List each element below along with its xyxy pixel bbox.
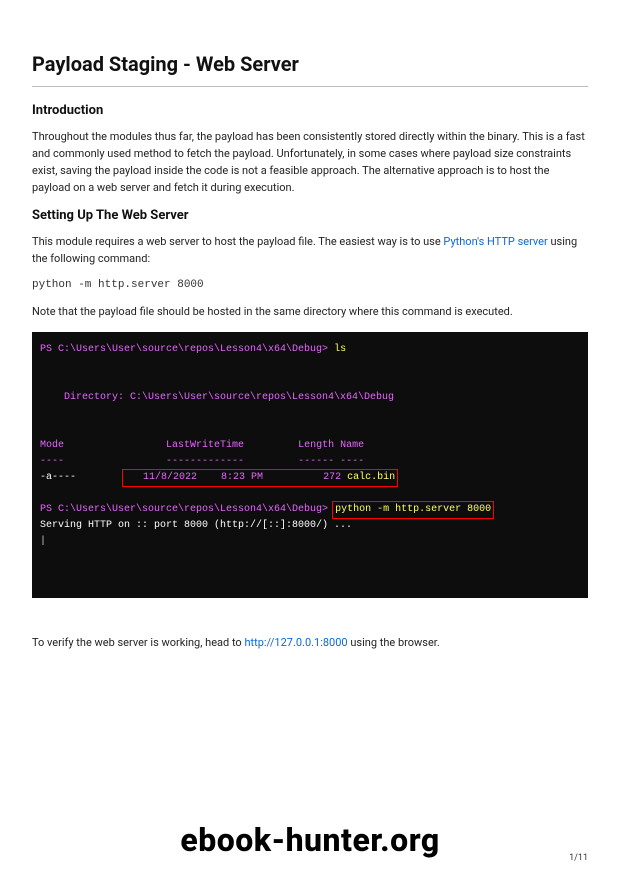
verify-before: To verify the web server is working, hea… xyxy=(32,636,244,649)
ps-prompt-2: PS C:\Users\User\source\repos\Lesson4\x6… xyxy=(40,504,334,515)
dash-mode: ---- xyxy=(40,456,64,467)
verify-paragraph: To verify the web server is working, hea… xyxy=(32,634,588,651)
section2-note: Note that the payload file should be hos… xyxy=(32,303,588,320)
section2-lead: This module requires a web server to hos… xyxy=(32,233,588,267)
python-http-server-link[interactable]: Python's HTTP server xyxy=(443,235,547,248)
intro-heading: Introduction xyxy=(32,103,588,118)
title-divider xyxy=(32,86,588,87)
ls-command: ls xyxy=(334,344,346,355)
serving-line: Serving HTTP on :: port 8000 (http://[::… xyxy=(40,520,352,531)
dash-lastwrite: ------------- xyxy=(166,456,244,467)
page-title: Payload Staging - Web Server xyxy=(32,52,588,76)
verify-after: using the browser. xyxy=(348,636,440,649)
row-name: calc.bin xyxy=(347,472,395,483)
python-server-command: python -m http.server 8000 xyxy=(32,279,588,291)
directory-line: Directory: C:\Users\User\source\repos\Le… xyxy=(40,392,394,403)
dash-length: ------ xyxy=(298,456,334,467)
ps-prompt-1: PS C:\Users\User\source\repos\Lesson4\x6… xyxy=(40,344,334,355)
highlighted-command: python -m http.server 8000 xyxy=(332,501,494,519)
watermark-text: ebook-hunter.org xyxy=(0,821,620,859)
serve-command: python -m http.server 8000 xyxy=(335,504,491,515)
terminal-screenshot: PS C:\Users\User\source\repos\Lesson4\x6… xyxy=(32,332,588,598)
dash-name: ---- xyxy=(340,456,364,467)
row-mode: -a---- xyxy=(40,472,76,483)
localhost-link[interactable]: http://127.0.0.1:8000 xyxy=(244,636,347,649)
header-name: Name xyxy=(340,440,364,451)
highlighted-file-row: 11/8/2022 8:23 PM 272 calc.bin xyxy=(122,469,398,487)
header-length: Length xyxy=(298,440,334,451)
section2-lead-before: This module requires a web server to hos… xyxy=(32,235,443,248)
intro-body: Throughout the modules thus far, the pay… xyxy=(32,128,588,196)
header-mode: Mode xyxy=(40,440,64,451)
section2-heading: Setting Up The Web Server xyxy=(32,208,588,223)
header-lastwrite: LastWriteTime xyxy=(166,440,244,451)
row-date: 11/8/2022 8:23 PM 272 xyxy=(125,472,347,483)
page-number: 1/11 xyxy=(569,853,588,863)
cursor: | xyxy=(40,536,46,547)
